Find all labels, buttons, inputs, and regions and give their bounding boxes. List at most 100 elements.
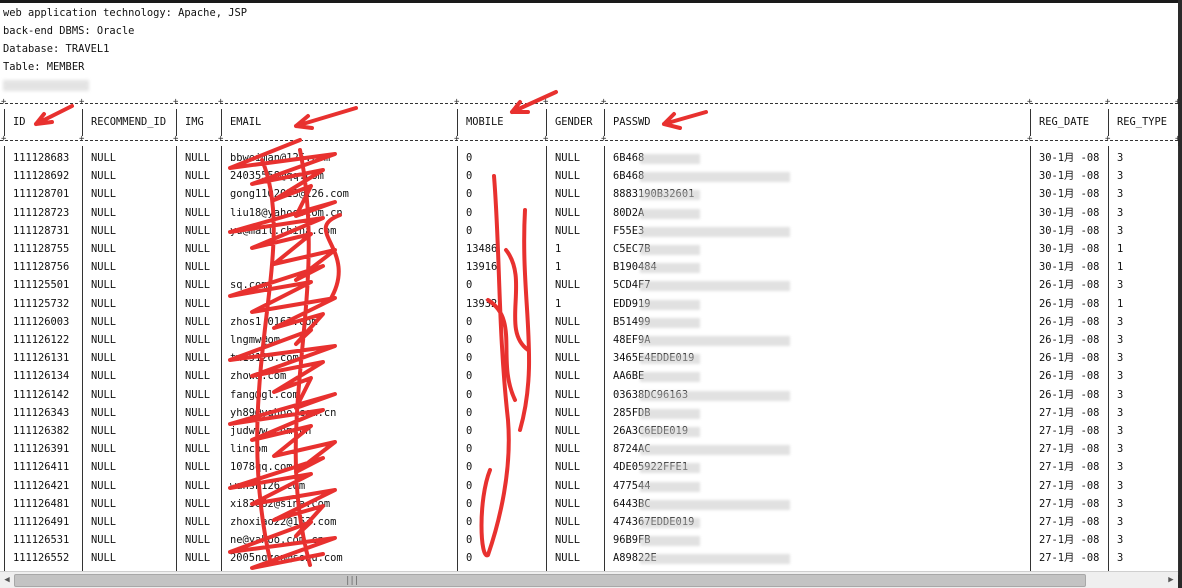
table-row[interactable]: 111126552 NULL NULL 2005ngzou@sohu.com 0 NULL… [0,550,1178,567]
redaction-blur [640,208,700,219]
cell-reg-type: 3 [1117,152,1124,164]
table-row[interactable]: 111126142NULLNULLfang@gl.com0NULL03638DC… [0,387,1178,404]
cell-reg-type: 3 [1117,406,1124,419]
column-divider [1108,109,1109,136]
cell-recommend-id: NULL [91,406,117,419]
table-row[interactable]: 111126531 NULL NULL ne@yahoo.com.cn 0 NULL 96B… [0,532,1178,549]
cell-img: NULL [185,552,211,565]
cell-img: NULL [185,461,211,474]
cell-reg-date: 27-1月 -08 [1039,425,1100,437]
cell-reg-type: 3 [1117,315,1124,328]
table-row[interactable]: 111126481 NULL NULL xi83062@sina.com 0 NULL 64… [0,496,1178,513]
cell-img: NULL [185,370,211,383]
scrollbar-thumb[interactable]: ||| [14,574,1086,587]
redaction-blur [640,263,700,274]
cell-gender: NULL [555,479,581,492]
table-row[interactable]: 111126131NULLNULLtw19126.com0NULL3465E4E… [0,350,1178,367]
cell-id: 111126531 [13,534,70,547]
cell-recommend-id: NULL [91,497,117,510]
table-row[interactable]: 111126134 NULL NULL zhowa.com 0 NULL AA6BE 26-1… [0,368,1178,385]
column-header-recommend-id[interactable]: RECOMMEND_ID [91,114,166,131]
cell-reg-type: 1 [1117,243,1124,255]
table-row[interactable]: 111126382NULLNULLjudwww.com.cn0NULL26A3C… [0,423,1178,440]
window-top-border [0,0,1182,3]
cell-mobile: 0 [466,370,473,383]
table-row[interactable]: 111126391 NULL NULL lincom 0 NULL 8724AC 27-1月 … [0,441,1178,458]
redaction-blur [640,390,790,401]
column-header-gender[interactable]: GENDER [555,114,593,131]
cell-id: 111128731 [13,224,70,237]
table-row[interactable]: 111128701 NULL NULL gong1102023@126.com 0 NUL… [0,186,1178,203]
cell-email: zhos1.0163.com [230,315,318,328]
cell-mobile: 0 [466,352,473,365]
column-header-mobile[interactable]: MOBILE [466,114,504,131]
cell-gender: NULL [555,425,581,437]
column-header-email[interactable]: EMAIL [230,114,261,131]
table-row[interactable]: 111128731 NULL NULL yu@mail.china.com 0 NULL F… [0,223,1178,240]
cell-img: NULL [185,206,211,219]
redaction-blur [640,245,700,255]
cell-reg-type: 3 [1117,461,1124,474]
cell-recommend-id: NULL [91,261,117,274]
scroll-right-arrow-icon[interactable]: ▶ [1164,572,1178,588]
cell-gender: NULL [555,315,581,328]
cell-reg-date: 26-1月 -08 [1039,334,1100,346]
column-header-passwd[interactable]: PASSWD [613,114,651,131]
cell-mobile: 13932 [466,297,498,310]
cell-mobile: 0 [466,406,473,419]
cell-mobile: 0 [466,516,473,528]
table-corner-mark: + [1027,134,1033,144]
table-row[interactable]: 111128692 NULL NULL 24035558@qq.com 0 NULL 6B4… [0,168,1178,185]
column-divider [1178,109,1179,136]
cell-img: NULL [185,443,211,456]
cell-email: lngmw@om [230,334,281,346]
cell-mobile: 13486 [466,243,498,255]
cell-recommend-id: NULL [91,334,117,346]
table-row[interactable]: 111126343 NULL NULL yh89@yahoo.com.cn 0 NULL 2… [0,405,1178,422]
table-corner-mark: + [79,97,85,107]
column-header-reg-date[interactable]: REG_DATE [1039,114,1089,131]
table-corner-mark: + [173,134,179,144]
cell-reg-type: 3 [1117,224,1124,237]
scroll-left-arrow-icon[interactable]: ◀ [0,572,14,588]
cell-gender: NULL [555,352,581,365]
table-row[interactable]: 111128723 NULL NULL liu18@yahoo.com.cn 0 NULL… [0,205,1178,222]
cell-img: NULL [185,425,211,437]
table-row[interactable]: 111126122 NULL NULL lngmw@om 0 NULL 48EF9A 26-1… [0,332,1178,349]
cell-email: 24035558@qq.com [230,170,324,183]
cell-gender: 1 [555,243,562,255]
table-row[interactable]: 111128755 NULL NULL 13486 1 C5EC7B 30-1月 -08 1 [0,241,1178,258]
cell-id: 111125501 [13,279,70,292]
cell-reg-date: 26-1月 -08 [1039,370,1100,383]
cell-email: tw19126.com [230,352,299,365]
table-row[interactable]: 111126411NULLNULL1078qq.com0NULL4DE05922… [0,459,1178,476]
cell-recommend-id: NULL [91,443,117,456]
cell-email: lincom [230,443,268,456]
table-corner-mark: + [1175,134,1181,144]
cell-mobile: 0 [466,315,473,328]
cell-gender: NULL [555,388,581,401]
column-header-reg-type[interactable]: REG_TYPE [1117,114,1167,131]
table-row[interactable]: 111125732 NULL NULL 13932 1 EDD919 26-1月 -08 1 [0,296,1178,313]
cell-gender: NULL [555,497,581,510]
cell-recommend-id: NULL [91,461,117,474]
column-header-img[interactable]: IMG [185,114,204,131]
cell-gender: NULL [555,224,581,237]
horizontal-scrollbar[interactable]: ◀ ||| ▶ [0,571,1178,588]
column-header-id[interactable]: ID [13,114,26,131]
table-row[interactable]: 111128756 NULL NULL 13916 1 B190484 30-1月 -08 1 [0,259,1178,276]
cell-reg-type: 3 [1117,479,1124,492]
cell-reg-date: 30-1月 -08 [1039,224,1100,237]
cell-email: gong1102023@126.com [230,188,349,201]
table-corner-mark: + [1105,134,1111,144]
cell-id: 111126131 [13,352,70,365]
table-row[interactable]: 111125501 NULL NULL sq.com 0 NULL 5CD4F7 26-1月 … [0,277,1178,294]
table-row[interactable]: 111126491NULLNULLzhoxiao22@163.com0NULL4… [0,514,1178,531]
table-row[interactable]: 111126421 NULL NULL wansh126.com 0 NULL 477544… [0,478,1178,495]
table-row[interactable]: 111128683 NULL NULL bbweiman@126.com 0 NULL 6B… [0,150,1178,167]
table-row[interactable]: 111126003 NULL NULL zhos1.0163.com 0 NULL B514… [0,314,1178,331]
cell-email: yh89@yahoo.com.cn [230,406,337,419]
redaction-blur [640,408,700,419]
redaction-blur [640,536,700,547]
redaction-blur [640,317,700,328]
